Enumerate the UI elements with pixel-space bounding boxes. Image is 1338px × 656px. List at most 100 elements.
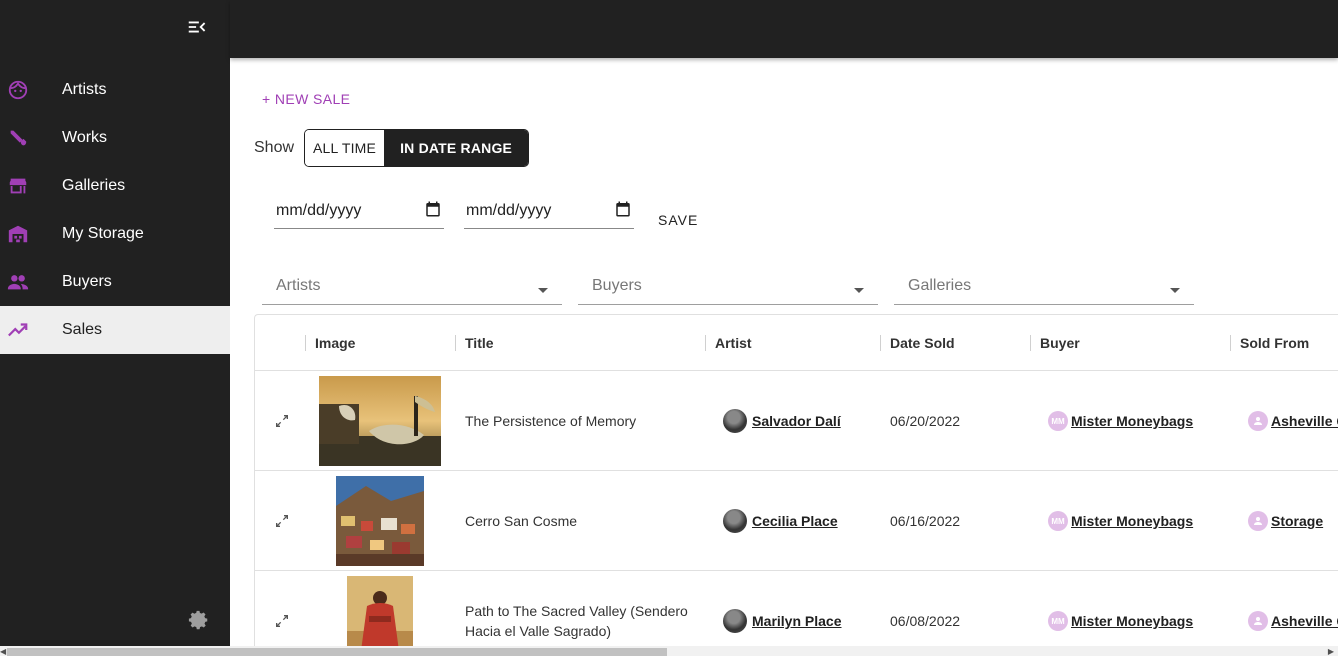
sold-from-cell: Storage [1248,471,1323,571]
new-sale-button[interactable]: + NEW SALE [262,91,350,107]
column-separator[interactable] [305,335,306,351]
sold-from-link[interactable]: Asheville G [1271,413,1338,429]
calendar-icon[interactable] [424,200,442,223]
column-separator[interactable] [455,335,456,351]
artist-link[interactable]: Salvador Dalí [752,413,841,429]
sidebar-item-sales[interactable]: Sales [0,306,230,354]
buyers-filter-select[interactable]: Buyers [578,264,878,305]
artist-cell: Cecilia Place [723,471,838,571]
store-icon [0,175,62,197]
buyer-avatar: MM [1048,411,1068,431]
date-sold-cell: 06/20/2022 [890,413,961,429]
artwork-thumbnail[interactable] [347,576,413,646]
horizontal-scrollbar[interactable]: ◀ ▶ [0,646,1338,656]
column-separator[interactable] [1030,335,1031,351]
end-date-field[interactable]: mm/dd/yyyy [464,194,634,229]
select-placeholder: Artists [276,277,321,294]
person-icon [1248,511,1268,531]
calendar-icon[interactable] [614,200,632,223]
buyer-avatar: MM [1048,511,1068,531]
buyer-avatar: MM [1048,611,1068,631]
dropdown-arrow-icon [854,288,864,293]
sold-from-link[interactable]: Storage [1271,513,1323,529]
sidebar-item-works[interactable]: Works [0,114,230,162]
expand-icon[interactable] [274,413,290,429]
column-separator[interactable] [880,335,881,351]
artist-cell: Marilyn Place [723,571,842,646]
collapse-menu-icon[interactable] [186,16,208,38]
select-placeholder: Buyers [592,277,642,294]
title-cell: The Persistence of Memory [465,413,637,429]
sidebar-item-artists[interactable]: Artists [0,66,230,114]
artist-avatar [723,409,747,433]
person-icon [1248,611,1268,631]
sidebar: Artists Works Galleries My Storage Buyer… [0,0,230,656]
column-header-date-sold[interactable]: Date Sold [890,315,955,371]
column-header-title[interactable]: Title [465,315,494,371]
buyer-link[interactable]: Mister Moneybags [1071,513,1193,529]
artist-avatar [723,509,747,533]
sidebar-item-label: Buyers [62,273,112,290]
start-date-field[interactable]: mm/dd/yyyy [274,194,444,229]
in-date-range-toggle-option[interactable]: IN DATE RANGE [384,130,529,166]
table-header: Image Title Artist Date Sold Buyer Sold … [255,315,1338,371]
sidebar-nav: Artists Works Galleries My Storage Buyer… [0,66,230,354]
column-header-sold-from[interactable]: Sold From [1240,315,1309,371]
save-button[interactable]: SAVE [658,212,698,228]
artist-link[interactable]: Cecilia Place [752,513,838,529]
settings-gear-icon[interactable] [188,609,210,631]
date-sold-cell: 06/16/2022 [890,513,961,529]
buyer-link[interactable]: Mister Moneybags [1071,613,1193,629]
date-placeholder: mm/dd/yyyy [276,202,362,219]
sidebar-item-galleries[interactable]: Galleries [0,162,230,210]
scroll-right-arrow-icon[interactable]: ▶ [1328,647,1334,656]
date-placeholder: mm/dd/yyyy [466,202,552,219]
artwork-thumbnail[interactable] [336,476,424,566]
face-icon [0,79,62,101]
sidebar-item-my-storage[interactable]: My Storage [0,210,230,258]
main-content: + NEW SALE Show ALL TIME IN DATE RANGE m… [230,58,1338,646]
dropdown-arrow-icon [1170,288,1180,293]
person-icon [1248,411,1268,431]
dropdown-arrow-icon [538,288,548,293]
artist-avatar [723,609,747,633]
title-text: Path to The Sacred Valley (Sendero Hacia… [465,603,688,639]
expand-icon[interactable] [274,513,290,529]
sold-from-cell: Asheville G [1248,371,1338,471]
table-row[interactable]: The Persistence of Memory Salvador Dalí … [255,371,1338,471]
date-mode-toggle: ALL TIME IN DATE RANGE [304,129,530,167]
sold-from-cell: Asheville G [1248,571,1338,646]
sidebar-item-label: Works [62,129,108,146]
buyer-link[interactable]: Mister Moneybags [1071,413,1193,429]
select-placeholder: Galleries [908,277,972,294]
title-cell: Path to The Sacred Valley (Sendero Hacia… [465,571,695,646]
buyer-cell: MM Mister Moneybags [1048,371,1193,471]
sidebar-item-label: My Storage [62,225,144,242]
column-separator[interactable] [705,335,706,351]
sidebar-item-label: Sales [62,321,103,338]
artists-filter-select[interactable]: Artists [262,264,562,305]
artist-cell: Salvador Dalí [723,371,841,471]
table-row[interactable]: Cerro San Cosme Cecilia Place 06/16/2022… [255,471,1338,571]
column-separator[interactable] [1230,335,1231,351]
artist-link[interactable]: Marilyn Place [752,613,842,629]
all-time-toggle-option[interactable]: ALL TIME [305,130,385,166]
sold-from-link[interactable]: Asheville G [1271,613,1338,629]
trending-up-icon [0,319,62,341]
sidebar-item-buyers[interactable]: Buyers [0,258,230,306]
sales-table: Image Title Artist Date Sold Buyer Sold … [254,314,1338,646]
column-header-artist[interactable]: Artist [715,315,752,371]
column-header-image[interactable]: Image [315,315,355,371]
people-icon [0,271,62,293]
title-cell: Cerro San Cosme [465,513,578,529]
scrollbar-thumb[interactable] [7,648,667,656]
artwork-thumbnail[interactable] [319,376,441,466]
top-app-bar [230,0,1338,58]
scroll-left-arrow-icon[interactable]: ◀ [0,647,6,656]
warehouse-icon [0,223,62,245]
galleries-filter-select[interactable]: Galleries [894,264,1194,305]
column-header-buyer[interactable]: Buyer [1040,315,1080,371]
expand-icon[interactable] [274,613,290,629]
sidebar-item-label: Artists [62,81,107,98]
table-row[interactable]: Path to The Sacred Valley (Sendero Hacia… [255,571,1338,646]
